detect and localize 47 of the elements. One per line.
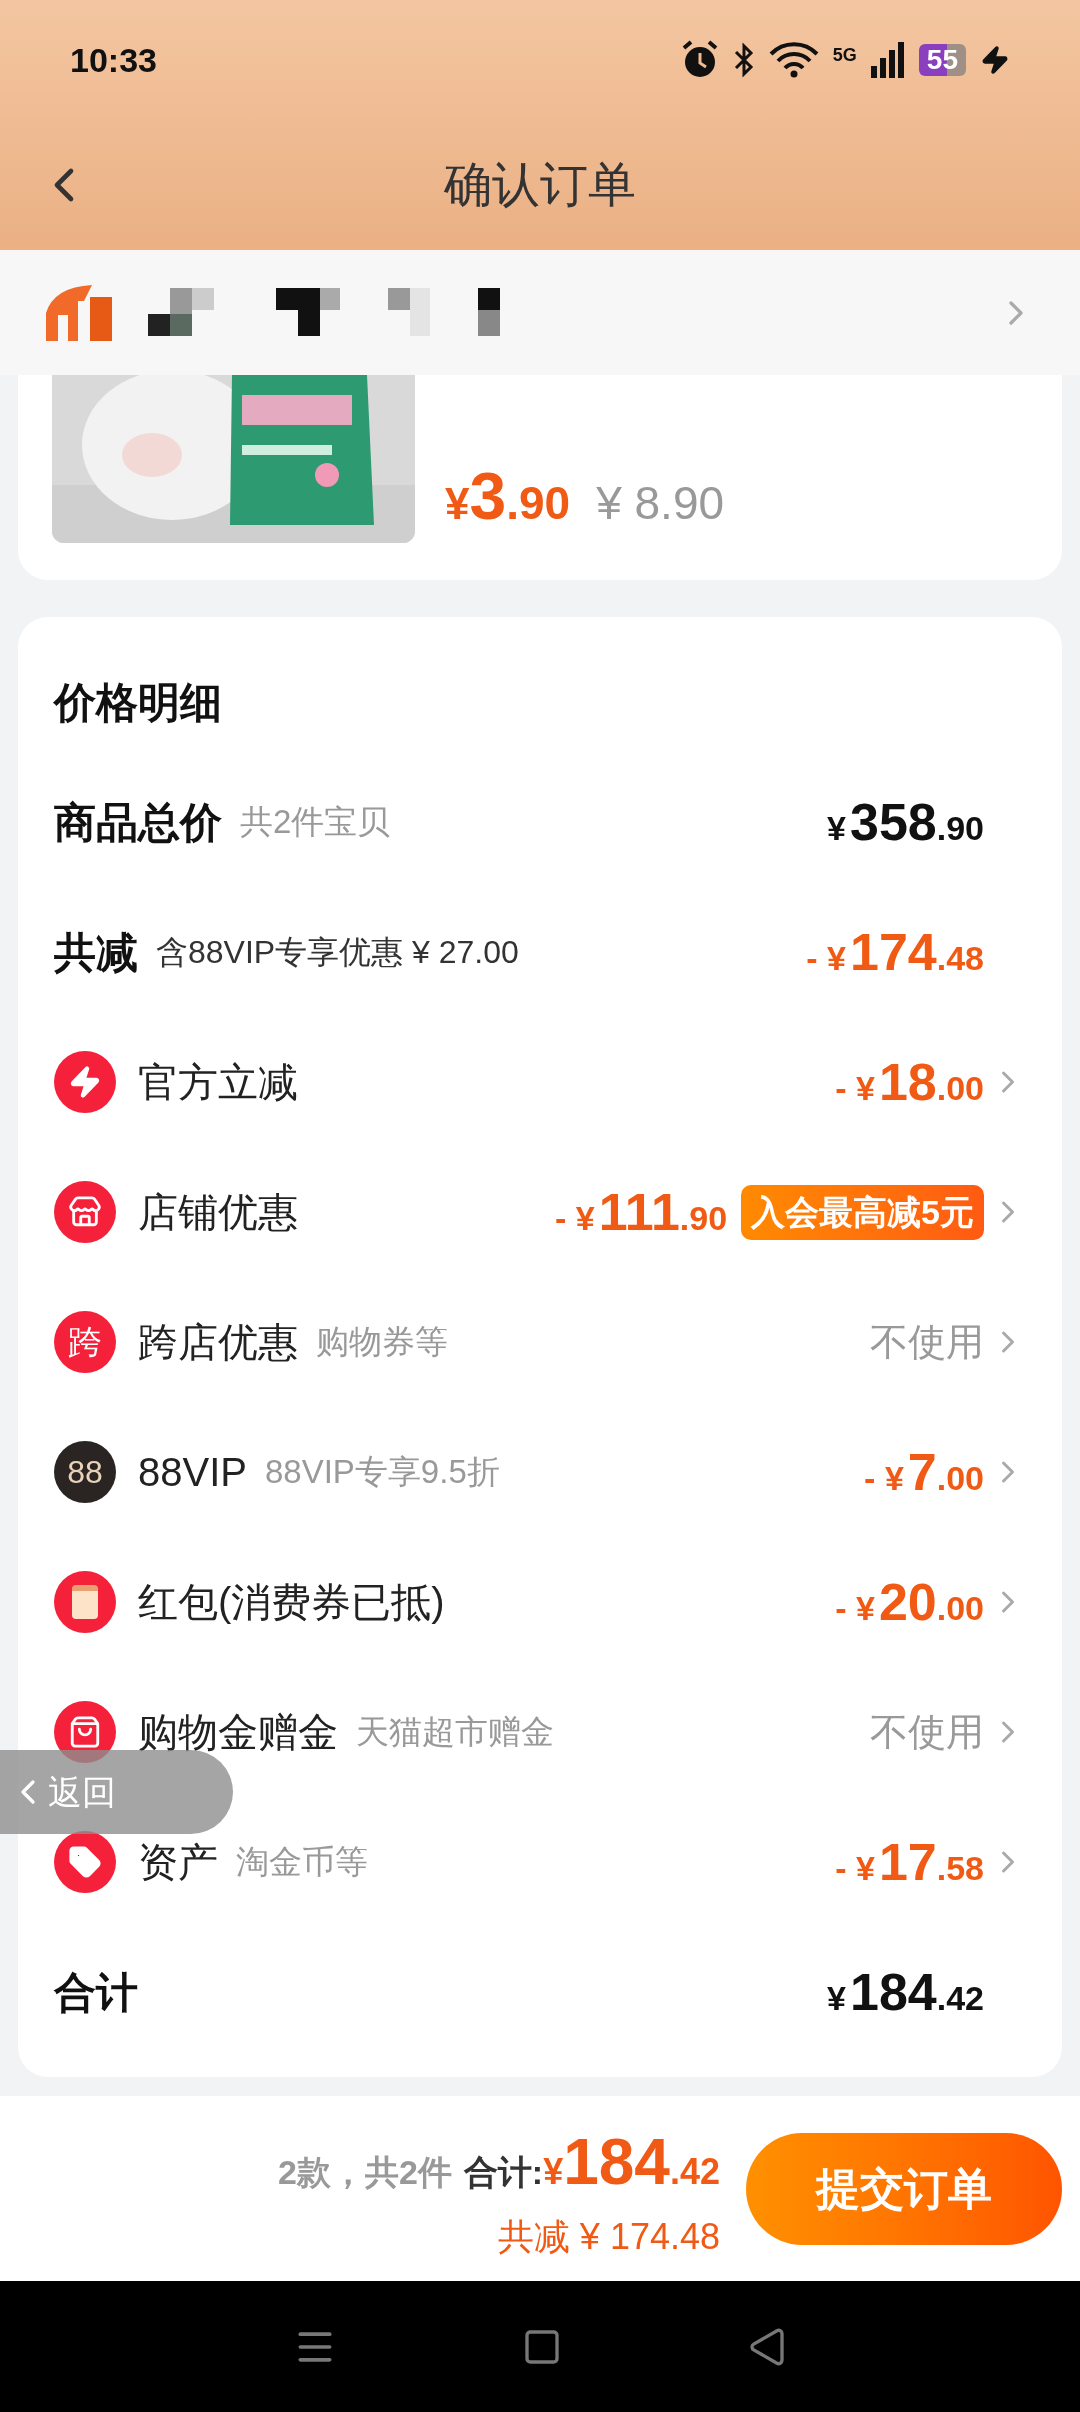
original-price: ¥ 8.90 (596, 476, 725, 531)
total-label: 合计: (463, 2151, 544, 2193)
status-time: 10:33 (70, 39, 157, 81)
submit-order-button[interactable]: 提交订单 (746, 2132, 1062, 2245)
battery-indicator: 55 (918, 44, 966, 76)
price-amount: ¥358.90 (827, 792, 984, 853)
section-title: 价格明细 (54, 677, 222, 728)
row-value: 不使用 (870, 1319, 984, 1365)
price-amount: - ¥17.58 (835, 1832, 984, 1893)
row-label: 88VIP (138, 1449, 247, 1496)
row-note: 共2件宝贝 (240, 802, 391, 843)
shop-row[interactable] (0, 250, 1080, 375)
sale-price: ¥3.90 (445, 458, 571, 535)
row-note: 购物券等 (316, 1322, 448, 1363)
row-note: 含88VIP专享优惠 ¥ 27.00 (156, 933, 519, 972)
row-label: 红包(消费券已抵) (138, 1579, 445, 1626)
row-value: 不使用 (870, 1709, 984, 1755)
total-amount: ¥184.42 (543, 2124, 720, 2200)
network-label: 5G (832, 44, 857, 67)
shop-logo-icon (44, 282, 114, 343)
cross-store-icon: 跨 (54, 1311, 116, 1373)
wifi-icon (768, 42, 819, 78)
price-amount: - ¥174.48 (806, 922, 984, 983)
charging-icon (980, 45, 1010, 75)
page-title: 确认订单 (444, 157, 636, 213)
row-label: 合计 (54, 1967, 138, 2018)
signal-icon (870, 42, 905, 78)
item-count: 2款，共2件 (278, 2151, 452, 2193)
row-label: 跨店优惠 (138, 1319, 298, 1366)
row-note: 88VIP专享9.5折 (264, 1452, 500, 1493)
row-label: 资产 (138, 1839, 218, 1886)
alarm-icon (680, 40, 719, 80)
row-label: 店铺优惠 (138, 1189, 298, 1236)
row-label: 共减 (54, 927, 138, 978)
promo-badge[interactable]: 入会最高减5元 (741, 1184, 984, 1240)
vip-icon: 88 (54, 1441, 116, 1503)
price-amount: - ¥18.00 (835, 1052, 984, 1113)
price-amount: ¥184.42 (827, 1962, 984, 2023)
price-amount: - ¥7.00 (864, 1442, 984, 1503)
row-note: 淘金币等 (236, 1842, 368, 1883)
row-label: 商品总价 (54, 797, 222, 848)
price-amount: - ¥111.90 (555, 1182, 728, 1243)
row-label: 官方立减 (138, 1059, 298, 1106)
bluetooth-icon (732, 42, 755, 78)
row-note: 天猫超市赠金 (356, 1712, 554, 1753)
total-saving: 共减 ¥ 174.48 (497, 2214, 720, 2259)
price-amount: - ¥20.00 (835, 1572, 984, 1633)
